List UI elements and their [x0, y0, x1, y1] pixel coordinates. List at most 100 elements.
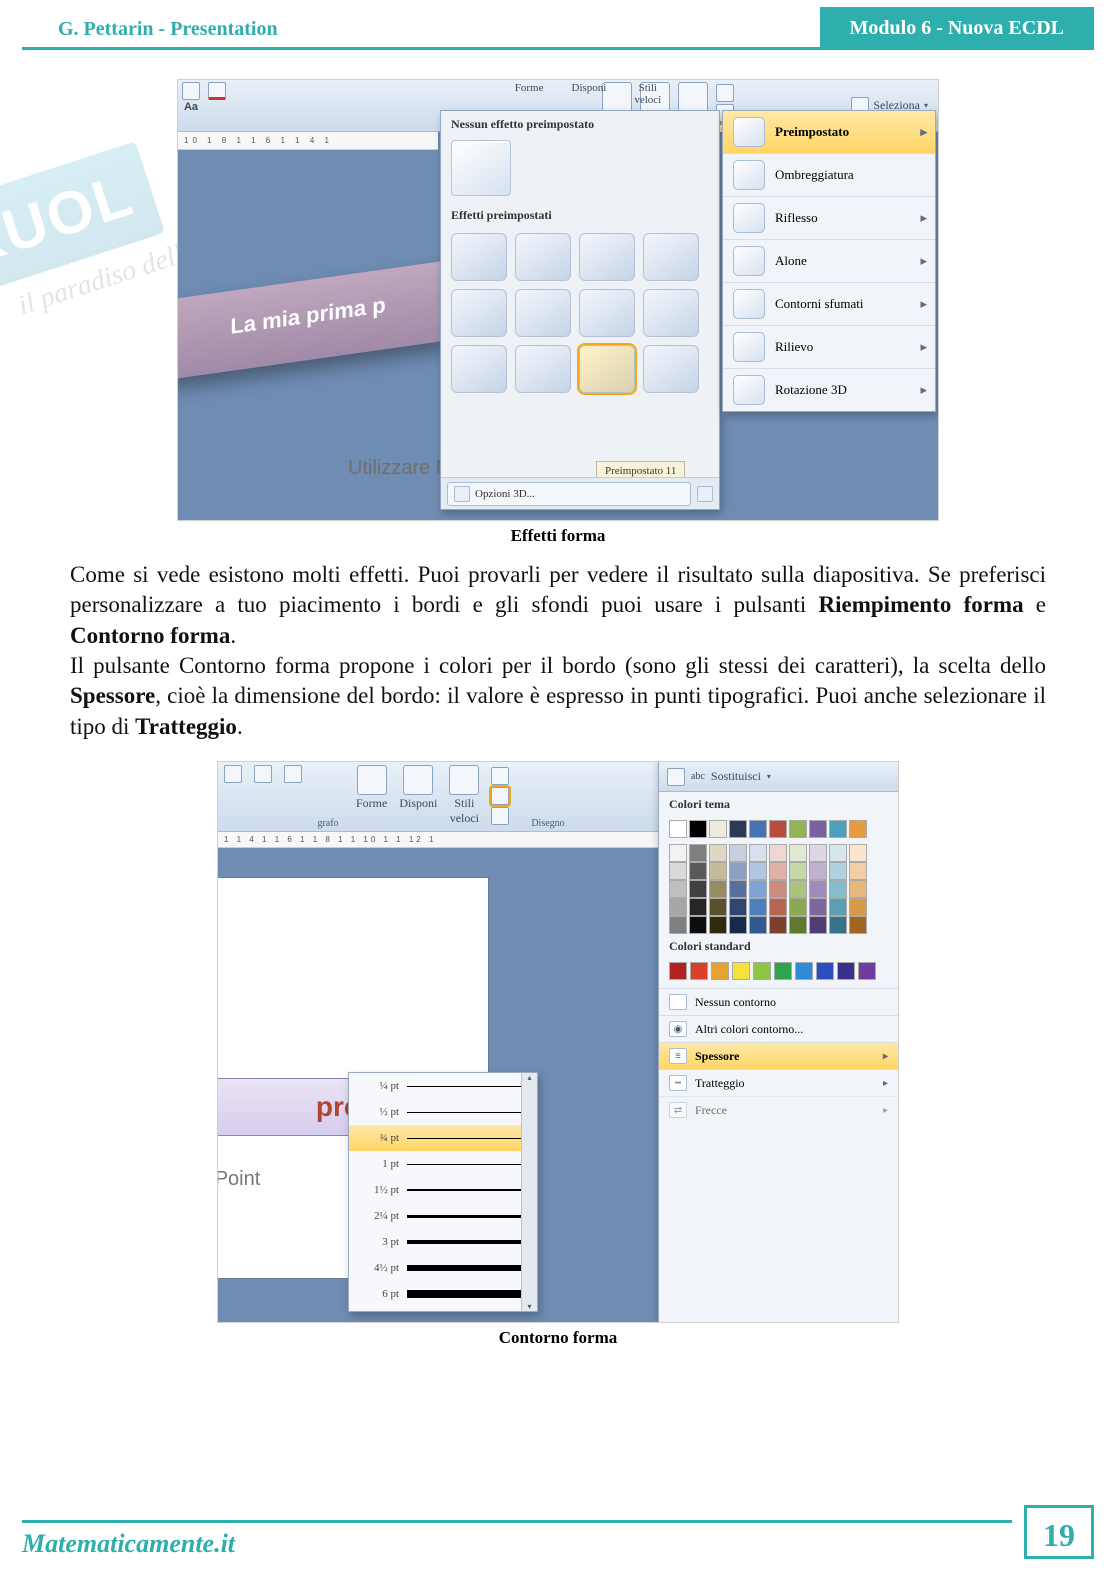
no-preset-swatch[interactable]	[451, 140, 511, 196]
color-swatch[interactable]	[729, 844, 747, 862]
no-outline-item[interactable]: Nessun contorno	[659, 988, 898, 1015]
color-swatch[interactable]	[769, 862, 787, 880]
weight-option[interactable]: 6 pt	[349, 1281, 537, 1307]
color-swatch[interactable]	[669, 844, 687, 862]
preset-swatch[interactable]	[643, 345, 699, 393]
color-swatch[interactable]	[669, 898, 687, 916]
shape-outline-button[interactable]	[491, 787, 509, 805]
color-swatch[interactable]	[732, 962, 750, 980]
color-swatch[interactable]	[669, 916, 687, 934]
color-swatch[interactable]	[749, 820, 767, 838]
color-swatch[interactable]	[849, 916, 867, 934]
color-swatch[interactable]	[849, 862, 867, 880]
color-swatch[interactable]	[729, 880, 747, 898]
color-swatch[interactable]	[774, 962, 792, 980]
preset-swatch[interactable]	[451, 345, 507, 393]
color-swatch[interactable]	[769, 898, 787, 916]
bullet-icon[interactable]	[224, 765, 242, 783]
outline-color-panel[interactable]: abc Sostituisci ▾ Colori tema Colori sta…	[658, 762, 898, 1322]
color-swatch[interactable]	[789, 880, 807, 898]
color-swatch[interactable]	[829, 862, 847, 880]
color-swatch[interactable]	[709, 898, 727, 916]
color-swatch[interactable]	[769, 820, 787, 838]
color-swatch[interactable]	[689, 898, 707, 916]
color-swatch[interactable]	[789, 916, 807, 934]
color-swatch[interactable]	[829, 916, 847, 934]
preset-swatch[interactable]	[515, 233, 571, 281]
submenu-contorni-sfumati[interactable]: Contorni sfumati ▸	[723, 283, 935, 326]
numbering-icon[interactable]	[254, 765, 272, 783]
indent-icon[interactable]	[284, 765, 302, 783]
preset-swatch-selected[interactable]	[579, 345, 635, 393]
expand-icon[interactable]	[697, 486, 713, 502]
preset-swatch[interactable]	[643, 233, 699, 281]
color-swatch[interactable]	[729, 916, 747, 934]
color-swatch[interactable]	[789, 898, 807, 916]
color-swatch[interactable]	[689, 844, 707, 862]
weight-option[interactable]: 4½ pt	[349, 1255, 537, 1281]
color-swatch[interactable]	[809, 862, 827, 880]
quick-styles-button[interactable]: Stili veloci	[449, 765, 479, 826]
color-swatch[interactable]	[689, 820, 707, 838]
color-swatch[interactable]	[795, 962, 813, 980]
color-swatch[interactable]	[769, 880, 787, 898]
preset-swatch[interactable]	[515, 345, 571, 393]
color-swatch[interactable]	[709, 844, 727, 862]
submenu-rilievo[interactable]: Rilievo ▸	[723, 326, 935, 369]
preset-swatch[interactable]	[579, 289, 635, 337]
color-swatch[interactable]	[769, 844, 787, 862]
color-swatch[interactable]	[749, 862, 767, 880]
color-swatch[interactable]	[789, 820, 807, 838]
color-swatch[interactable]	[849, 898, 867, 916]
color-swatch[interactable]	[809, 820, 827, 838]
color-swatch[interactable]	[689, 880, 707, 898]
submenu-preimpostato[interactable]: Preimpostato ▸	[723, 111, 935, 154]
color-swatch[interactable]	[729, 898, 747, 916]
arrange-button[interactable]: Disponi	[399, 765, 437, 811]
options-3d-button[interactable]: Opzioni 3D...	[447, 482, 691, 506]
weight-option[interactable]: ½ pt	[349, 1099, 537, 1125]
color-swatch[interactable]	[829, 880, 847, 898]
font-color-button[interactable]	[208, 82, 226, 100]
weight-option[interactable]: ¾ pt	[349, 1125, 537, 1151]
shape-fill-button[interactable]	[491, 767, 509, 785]
submenu-rotazione-3d[interactable]: Rotazione 3D ▸	[723, 369, 935, 411]
color-swatch[interactable]	[709, 862, 727, 880]
color-swatch[interactable]	[809, 880, 827, 898]
preset-swatch[interactable]	[451, 233, 507, 281]
color-swatch[interactable]	[829, 898, 847, 916]
color-swatch[interactable]	[749, 898, 767, 916]
color-swatch[interactable]	[858, 962, 876, 980]
color-swatch[interactable]	[669, 880, 687, 898]
color-swatch[interactable]	[849, 880, 867, 898]
line-weight-flyout[interactable]: ¼ pt½ pt¾ pt1 pt1½ pt2¼ pt3 pt4½ pt6 pt …	[348, 1072, 538, 1312]
weight-item[interactable]: ≡ Spessore ▸	[659, 1042, 898, 1069]
color-swatch[interactable]	[689, 862, 707, 880]
effects-categories-menu[interactable]: Preimpostato ▸ Ombreggiatura Riflesso ▸ …	[722, 110, 936, 412]
color-swatch[interactable]	[769, 916, 787, 934]
submenu-riflesso[interactable]: Riflesso ▸	[723, 197, 935, 240]
weight-option[interactable]: 3 pt	[349, 1229, 537, 1255]
preset-swatch[interactable]	[643, 289, 699, 337]
shapes-button[interactable]: Forme	[356, 765, 387, 811]
weight-option[interactable]: 1 pt	[349, 1151, 537, 1177]
color-swatch[interactable]	[749, 880, 767, 898]
preset-swatch[interactable]	[515, 289, 571, 337]
color-swatch[interactable]	[669, 862, 687, 880]
color-swatch[interactable]	[816, 962, 834, 980]
color-swatch[interactable]	[749, 916, 767, 934]
preset-swatch[interactable]	[451, 289, 507, 337]
scroll-down-icon[interactable]: ▾	[527, 1302, 531, 1311]
color-swatch[interactable]	[729, 862, 747, 880]
color-swatch[interactable]	[809, 916, 827, 934]
weight-option[interactable]: ¼ pt	[349, 1073, 537, 1099]
color-swatch[interactable]	[690, 962, 708, 980]
color-swatch[interactable]	[709, 880, 727, 898]
color-swatch[interactable]	[753, 962, 771, 980]
color-swatch[interactable]	[809, 844, 827, 862]
font-dropdown[interactable]: Aa	[182, 82, 200, 113]
color-swatch[interactable]	[837, 962, 855, 980]
color-swatch[interactable]	[709, 820, 727, 838]
color-swatch[interactable]	[669, 962, 687, 980]
submenu-alone[interactable]: Alone ▸	[723, 240, 935, 283]
